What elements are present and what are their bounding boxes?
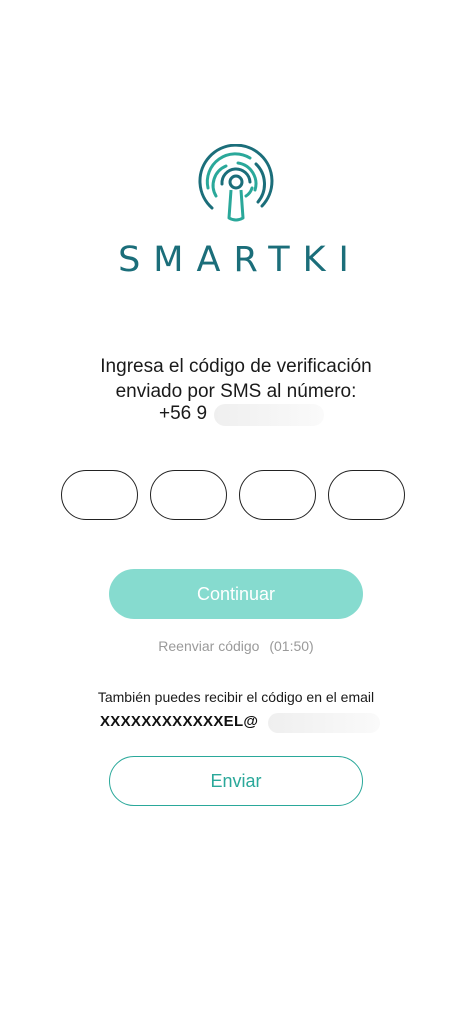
- instruction-line-2: enviado por SMS al número:: [115, 381, 357, 402]
- code-digit-1[interactable]: [61, 470, 138, 520]
- instruction-line-1: Ingresa el código de verificación: [100, 356, 372, 377]
- verification-instruction: Ingresa el código de verificación enviad…: [0, 354, 472, 404]
- code-digit-3[interactable]: [239, 470, 316, 520]
- code-digit-2[interactable]: [150, 470, 227, 520]
- resend-code-link[interactable]: Reenviar código: [158, 638, 259, 654]
- code-digit-4[interactable]: [328, 470, 405, 520]
- brand-name: SMARTKI: [118, 240, 362, 280]
- send-email-button[interactable]: Enviar: [109, 756, 363, 806]
- email-redaction: [268, 713, 380, 733]
- phone-number: +56 9: [159, 403, 208, 424]
- email-option-note: También puedes recibir el código en el e…: [97, 689, 375, 705]
- code-input-row: [61, 470, 405, 520]
- keyhole-logo-icon: [198, 144, 274, 222]
- continue-button[interactable]: Continuar: [109, 569, 363, 619]
- phone-number-redaction: [214, 404, 324, 426]
- email-address: XXXXXXXXXXXXEL@: [100, 713, 259, 730]
- resend-timer: (01:50): [269, 638, 314, 654]
- resend-code[interactable]: Reenviar código (01:50): [0, 638, 472, 654]
